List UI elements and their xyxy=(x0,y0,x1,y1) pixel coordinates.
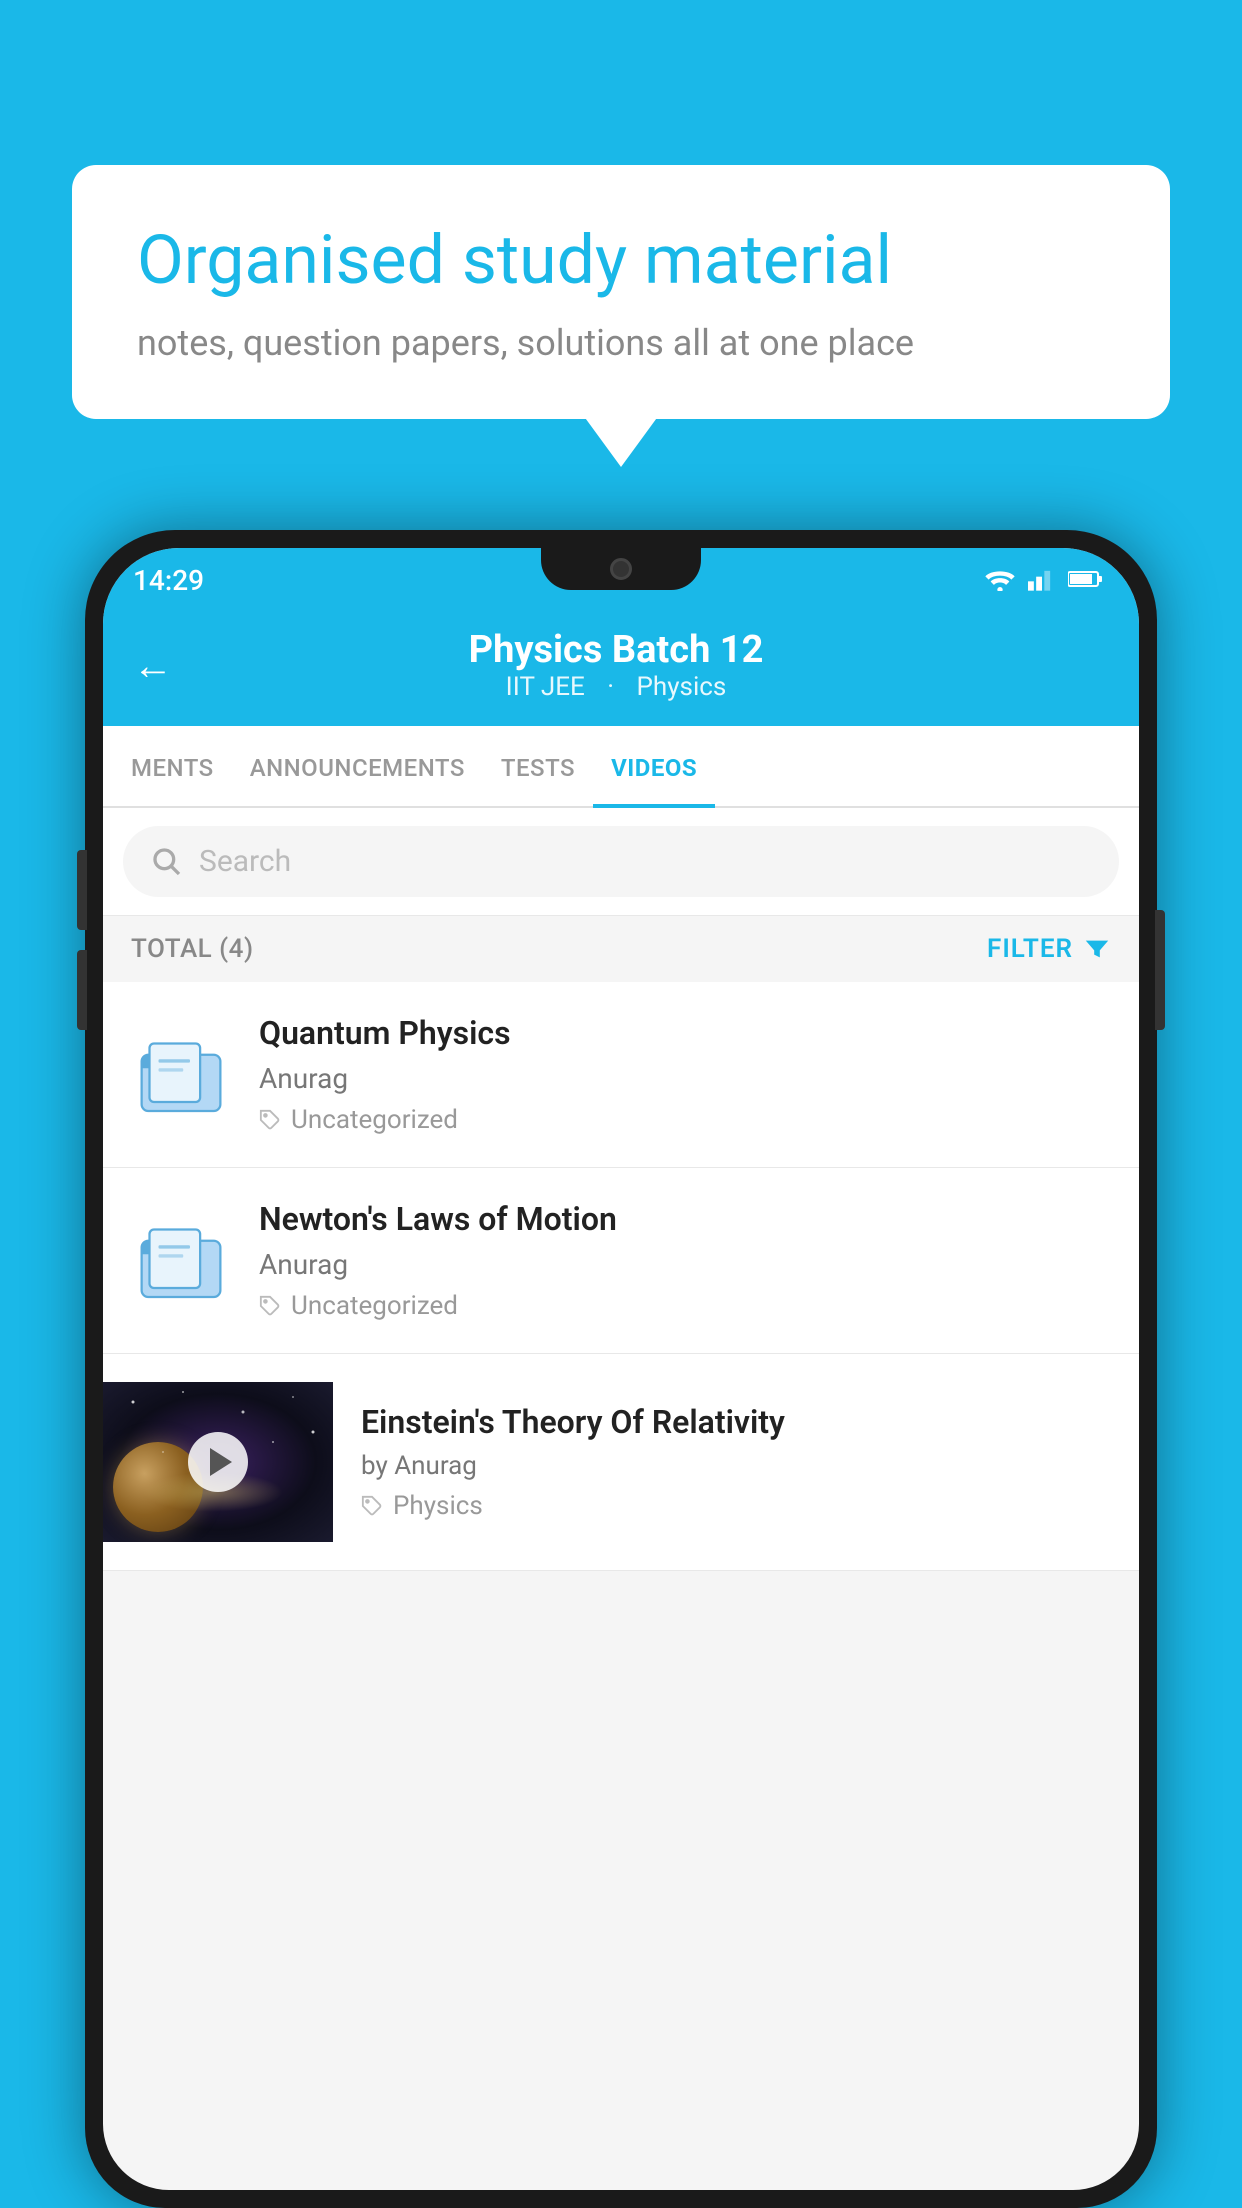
item-info: Newton's Laws of Motion Anurag Uncategor… xyxy=(259,1200,1111,1321)
phone-notch xyxy=(541,548,701,590)
header-subtitle-part2: Physics xyxy=(637,672,727,702)
filter-icon xyxy=(1083,935,1111,963)
header-subtitle-part1: IIT JEE xyxy=(506,672,585,702)
back-button[interactable]: ← xyxy=(133,642,173,689)
filter-row: TOTAL (4) FILTER xyxy=(103,916,1139,982)
tab-tests[interactable]: TESTS xyxy=(483,726,593,806)
filter-label: FILTER xyxy=(987,934,1073,964)
search-icon xyxy=(151,846,183,878)
list-item[interactable]: Einstein's Theory Of Relativity by Anura… xyxy=(103,1354,1139,1571)
speech-bubble-title: Organised study material xyxy=(137,220,1105,302)
list-item[interactable]: Quantum Physics Anurag Uncategorized xyxy=(103,982,1139,1168)
tag-icon xyxy=(361,1495,383,1517)
item-thumbnail xyxy=(131,1206,231,1316)
tab-announcements[interactable]: ANNOUNCEMENTS xyxy=(232,726,483,806)
header-title: Physics Batch 12 xyxy=(193,628,1039,672)
item-tag-text: Uncategorized xyxy=(291,1291,458,1321)
phone-device: 14:29 xyxy=(85,530,1157,2208)
search-container: Search xyxy=(103,808,1139,916)
item-title: Newton's Laws of Motion xyxy=(259,1200,1111,1238)
video-list: Quantum Physics Anurag Uncategorized xyxy=(103,982,1139,1571)
tag-icon xyxy=(259,1109,281,1131)
item-info: Quantum Physics Anurag Uncategorized xyxy=(259,1014,1111,1135)
search-input[interactable]: Search xyxy=(199,844,1091,879)
filter-button[interactable]: FILTER xyxy=(987,934,1111,964)
tab-videos[interactable]: VIDEOS xyxy=(593,726,715,806)
list-item[interactable]: Newton's Laws of Motion Anurag Uncategor… xyxy=(103,1168,1139,1354)
play-icon xyxy=(210,1448,232,1476)
item-tag: Physics xyxy=(361,1491,1083,1521)
item-tag-text: Physics xyxy=(393,1491,483,1521)
item-author: Anurag xyxy=(259,1248,1111,1281)
item-info: Einstein's Theory Of Relativity by Anura… xyxy=(333,1403,1111,1521)
item-tag: Uncategorized xyxy=(259,1105,1111,1135)
total-count: TOTAL (4) xyxy=(131,934,254,964)
header-subtitle-separator: · xyxy=(607,672,620,702)
tab-ments[interactable]: MENTS xyxy=(113,726,232,806)
item-thumbnail xyxy=(131,1020,231,1130)
speech-bubble-subtitle: notes, question papers, solutions all at… xyxy=(137,322,1105,364)
status-time: 14:29 xyxy=(133,564,204,597)
header-title-block: Physics Batch 12 IIT JEE · Physics xyxy=(193,628,1039,702)
wifi-icon xyxy=(984,567,1016,595)
folder-icon xyxy=(136,1030,226,1120)
signal-icon xyxy=(1028,567,1056,595)
tabs-bar: MENTS ANNOUNCEMENTS TESTS VIDEOS xyxy=(103,726,1139,808)
status-icons xyxy=(984,567,1104,595)
power-button[interactable] xyxy=(1155,910,1165,1030)
item-author: by Anurag xyxy=(361,1451,1083,1481)
front-camera xyxy=(610,558,632,580)
video-thumbnail xyxy=(103,1382,333,1542)
app-header: ← Physics Batch 12 IIT JEE · Physics xyxy=(103,608,1139,726)
item-title: Quantum Physics xyxy=(259,1014,1111,1052)
folder-icon xyxy=(136,1216,226,1306)
battery-icon xyxy=(1068,567,1104,595)
search-input-wrapper[interactable]: Search xyxy=(123,826,1119,897)
tag-icon xyxy=(259,1295,281,1317)
item-tag: Uncategorized xyxy=(259,1291,1111,1321)
item-title: Einstein's Theory Of Relativity xyxy=(361,1403,1083,1441)
item-author: Anurag xyxy=(259,1062,1111,1095)
header-subtitle: IIT JEE · Physics xyxy=(193,672,1039,702)
volume-up-button[interactable] xyxy=(77,850,87,930)
play-button[interactable] xyxy=(188,1432,248,1492)
phone-screen: 14:29 xyxy=(103,548,1139,2190)
speech-bubble: Organised study material notes, question… xyxy=(72,165,1170,419)
volume-down-button[interactable] xyxy=(77,950,87,1030)
item-tag-text: Uncategorized xyxy=(291,1105,458,1135)
speech-bubble-container: Organised study material notes, question… xyxy=(72,165,1170,419)
